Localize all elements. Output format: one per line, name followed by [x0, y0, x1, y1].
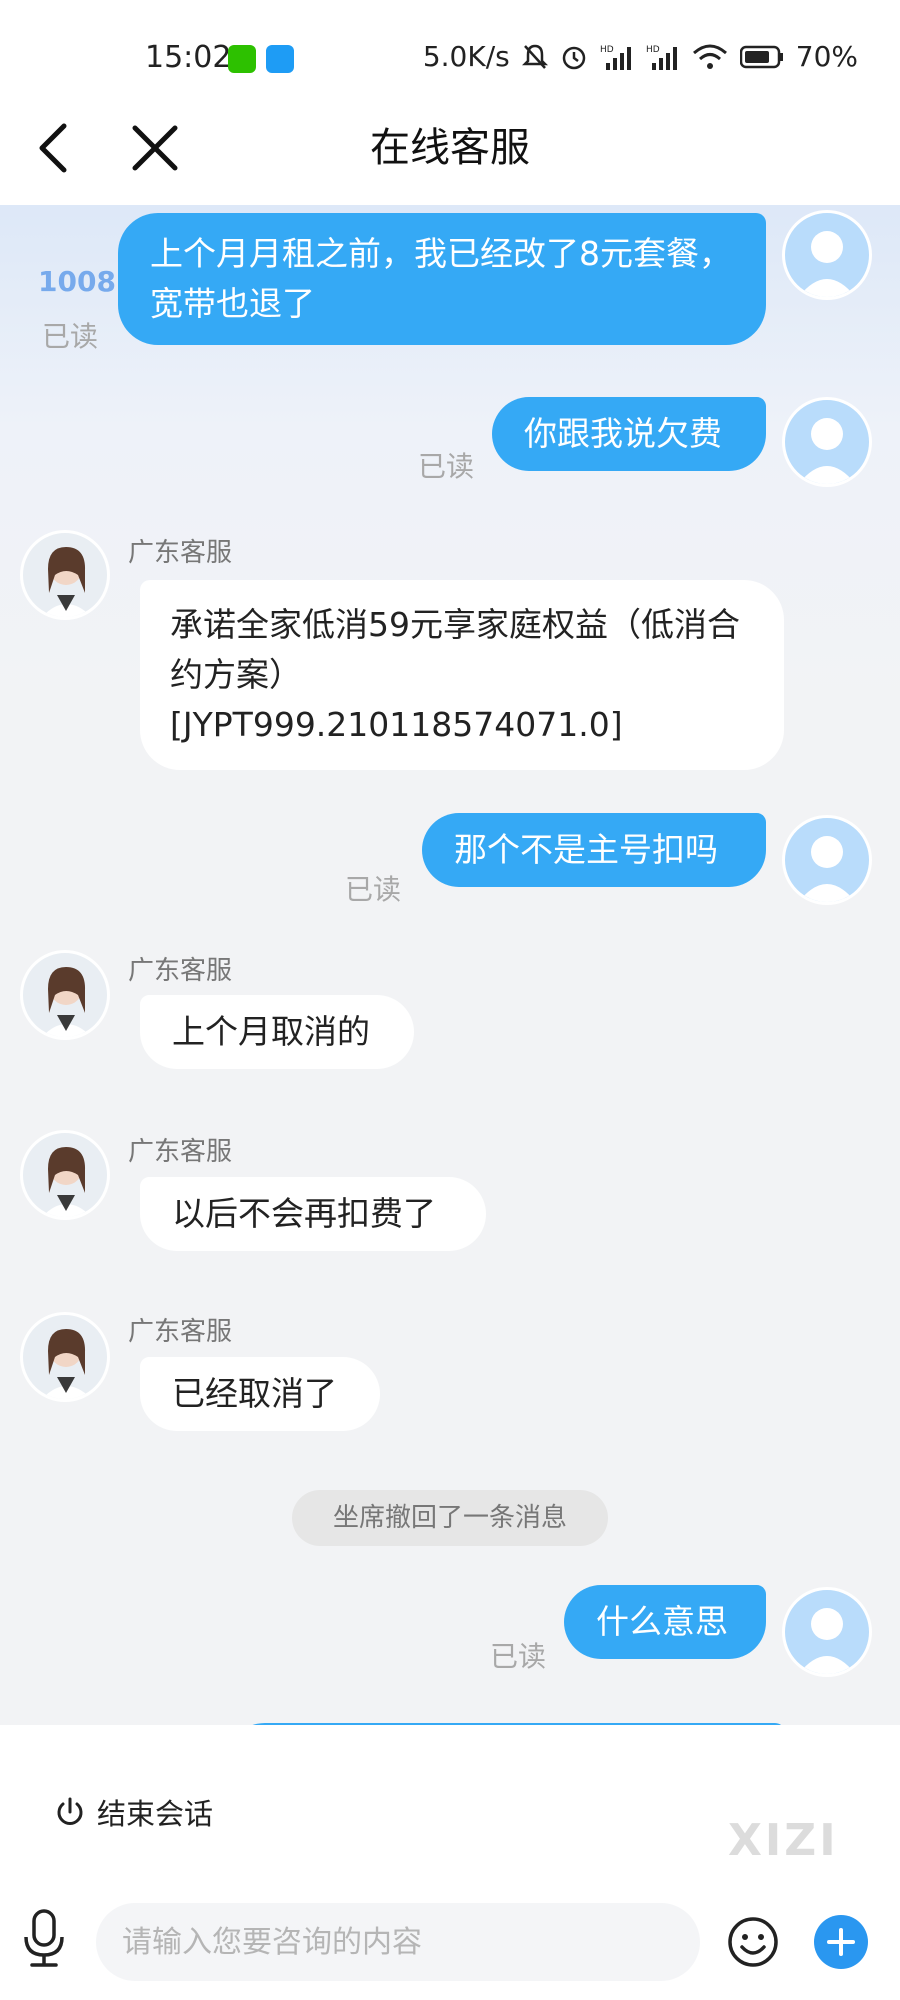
agent-name: 广东客服: [128, 1317, 233, 1347]
wifi-icon: [692, 44, 727, 69]
microphone-icon: [24, 1909, 64, 1967]
mute-icon: [521, 44, 548, 69]
read-receipt: 已读: [42, 320, 99, 353]
message-bubble-outgoing[interactable]: 那个不是主号扣吗: [422, 813, 766, 887]
avatar[interactable]: [782, 1587, 872, 1677]
plus-icon: [827, 1928, 855, 1956]
status-indicators: 5.0K/s HD HD 70%: [423, 40, 858, 73]
avatar[interactable]: [782, 397, 872, 487]
user-avatar-icon: [798, 1608, 856, 1674]
svg-text:HD: HD: [646, 45, 660, 55]
message-bubble-outgoing[interactable]: 什么意思: [564, 1585, 766, 1659]
agent-name: 广东客服: [128, 1137, 233, 1167]
message-bubble-incoming[interactable]: 以后不会再扣费了: [140, 1177, 486, 1251]
agent-avatar[interactable]: [20, 1130, 110, 1220]
more-button[interactable]: [814, 1915, 868, 1969]
chat-area[interactable]: 1008 上个月月租之前，我已经改了8元套餐，宽带也退了 已读 你跟我说欠费 已…: [0, 205, 900, 1725]
message-input[interactable]: [96, 1903, 700, 1981]
status-bar: 15:02 5.0K/s HD HD 70%: [0, 0, 900, 100]
input-bar: [0, 1885, 900, 2000]
agent-avatar[interactable]: [20, 530, 110, 620]
read-receipt: 已读: [490, 1640, 547, 1673]
message-bubble-outgoing[interactable]: 你跟我说欠费: [492, 397, 766, 471]
voice-button[interactable]: [18, 1907, 70, 1971]
read-receipt: 已读: [345, 873, 402, 906]
emoji-icon: [728, 1917, 778, 1967]
svg-text:HD: HD: [600, 45, 614, 55]
message-bubble-incoming[interactable]: 已经取消了: [140, 1357, 380, 1431]
watermark: XIZI: [728, 1815, 839, 1866]
user-avatar-icon: [798, 836, 856, 902]
status-time: 15:02: [145, 40, 232, 75]
brand-logo: 1008: [38, 265, 116, 298]
message-bubble-incoming[interactable]: 上个月取消的: [140, 995, 414, 1069]
agent-name: 广东客服: [128, 956, 233, 986]
battery-icon: [739, 45, 783, 68]
agent-avatar[interactable]: [20, 950, 110, 1040]
end-session-button[interactable]: 结束会话: [24, 1775, 242, 1849]
power-icon: [57, 1797, 83, 1825]
agent-avatar-icon: [42, 967, 92, 1037]
emoji-button[interactable]: [726, 1915, 780, 1969]
signal-hd-icon: HD: [600, 45, 631, 70]
agent-avatar-icon: [42, 1147, 92, 1217]
wechat-icon: [228, 45, 256, 73]
message-bubble-partial[interactable]: [225, 1723, 785, 1725]
end-session-label: 结束会话: [96, 1797, 213, 1831]
message-bubble-incoming[interactable]: 承诺全家低消59元享家庭权益（低消合约方案）[JYPT999.210118574…: [140, 580, 784, 770]
alarm-icon: [562, 46, 586, 69]
avatar[interactable]: [782, 210, 872, 300]
header: 在线客服: [0, 100, 900, 205]
message-bubble-outgoing[interactable]: 上个月月租之前，我已经改了8元套餐，宽带也退了: [118, 213, 766, 345]
signal-hd-icon: HD: [646, 45, 677, 70]
read-receipt: 已读: [418, 450, 475, 483]
avatar[interactable]: [782, 815, 872, 905]
system-notice: 坐席撤回了一条消息: [292, 1490, 608, 1546]
network-speed: 5.0K/s: [422, 40, 510, 73]
battery-percent: 70%: [795, 40, 858, 73]
agent-name: 广东客服: [128, 538, 233, 568]
agent-avatar-icon: [42, 1329, 92, 1399]
upload-app-icon: [266, 45, 294, 73]
page-title: 在线客服: [370, 125, 530, 171]
agent-avatar[interactable]: [20, 1312, 110, 1402]
